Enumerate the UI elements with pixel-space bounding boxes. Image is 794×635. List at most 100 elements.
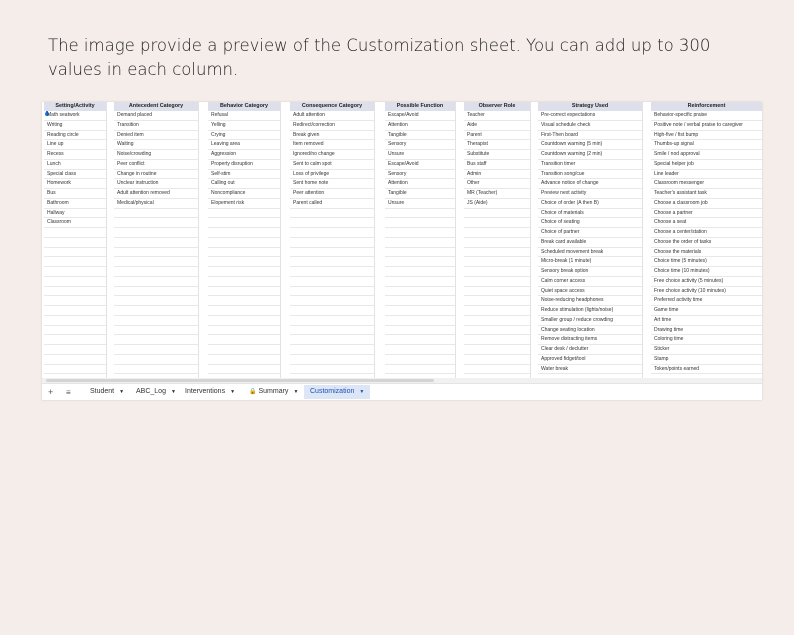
table-cell[interactable]: MR (Teacher) bbox=[464, 189, 530, 199]
table-cell[interactable] bbox=[114, 218, 198, 228]
table-cell[interactable] bbox=[208, 287, 280, 297]
table-cell[interactable] bbox=[464, 355, 530, 365]
table-cell[interactable] bbox=[385, 345, 455, 355]
table-cell[interactable]: Parent bbox=[464, 131, 530, 141]
table-cell[interactable] bbox=[290, 228, 374, 238]
table-cell[interactable] bbox=[114, 209, 198, 219]
table-cell[interactable] bbox=[44, 355, 106, 365]
tab-interventions[interactable]: Interventions ▼ bbox=[179, 385, 241, 399]
table-cell[interactable]: Approved fidget/tool bbox=[538, 355, 642, 365]
table-cell[interactable]: Preferred activity time bbox=[651, 296, 762, 306]
table-cell[interactable]: Stamp bbox=[651, 355, 762, 365]
table-cell[interactable] bbox=[208, 345, 280, 355]
table-cell[interactable] bbox=[208, 296, 280, 306]
table-cell[interactable]: Aide bbox=[464, 121, 530, 131]
table-cell[interactable]: Escape/Avoid bbox=[385, 160, 455, 170]
table-cell[interactable]: Drawing time bbox=[651, 326, 762, 336]
table-cell[interactable] bbox=[114, 277, 198, 287]
table-cell[interactable] bbox=[385, 257, 455, 267]
table-cell[interactable]: Math seatwork bbox=[44, 111, 106, 121]
column-header[interactable]: Strategy Used bbox=[538, 102, 642, 111]
table-cell[interactable] bbox=[290, 277, 374, 287]
table-cell[interactable]: Escape/Avoid bbox=[385, 111, 455, 121]
table-cell[interactable]: Medical/physical bbox=[114, 199, 198, 209]
table-cell[interactable]: Ignored/no change bbox=[290, 150, 374, 160]
table-cell[interactable]: Writing bbox=[44, 121, 106, 131]
column-header[interactable]: Setting/Activity bbox=[44, 102, 106, 111]
table-cell[interactable] bbox=[44, 296, 106, 306]
column-header[interactable]: Observer Role bbox=[464, 102, 530, 111]
table-cell[interactable] bbox=[464, 345, 530, 355]
table-cell[interactable]: Classroom bbox=[44, 218, 106, 228]
table-cell[interactable]: Substitute bbox=[464, 150, 530, 160]
table-cell[interactable]: Visual schedule check bbox=[538, 121, 642, 131]
table-cell[interactable] bbox=[44, 248, 106, 258]
table-cell[interactable] bbox=[385, 238, 455, 248]
table-cell[interactable]: Micro-break (1 minute) bbox=[538, 257, 642, 267]
tab-student[interactable]: Student ▼ bbox=[84, 385, 130, 399]
table-cell[interactable] bbox=[114, 257, 198, 267]
table-cell[interactable]: Scheduled movement break bbox=[538, 248, 642, 258]
table-cell[interactable] bbox=[290, 248, 374, 258]
table-cell[interactable] bbox=[114, 316, 198, 326]
table-cell[interactable]: Adult attention removed bbox=[114, 189, 198, 199]
table-cell[interactable]: Choose a partner bbox=[651, 209, 762, 219]
menu-icon[interactable]: ≡ bbox=[66, 386, 71, 399]
table-cell[interactable]: Demand placed bbox=[114, 111, 198, 121]
table-cell[interactable]: Free choice activity (10 minutes) bbox=[651, 287, 762, 297]
table-cell[interactable] bbox=[464, 248, 530, 258]
table-cell[interactable]: Calm corner access bbox=[538, 277, 642, 287]
table-cell[interactable] bbox=[385, 326, 455, 336]
table-cell[interactable] bbox=[385, 316, 455, 326]
table-cell[interactable]: Peer attention bbox=[290, 189, 374, 199]
table-cell[interactable] bbox=[290, 345, 374, 355]
table-cell[interactable]: Transition song/cue bbox=[538, 170, 642, 180]
table-cell[interactable] bbox=[44, 257, 106, 267]
table-cell[interactable]: Free choice activity (5 minutes) bbox=[651, 277, 762, 287]
table-cell[interactable]: Noncompliance bbox=[208, 189, 280, 199]
table-cell[interactable]: Line leader bbox=[651, 170, 762, 180]
table-cell[interactable]: Bus staff bbox=[464, 160, 530, 170]
table-cell[interactable]: Noise/crowding bbox=[114, 150, 198, 160]
table-cell[interactable] bbox=[208, 355, 280, 365]
table-cell[interactable]: Smile / nod approval bbox=[651, 150, 762, 160]
table-cell[interactable] bbox=[464, 209, 530, 219]
table-cell[interactable]: Choose the order of tasks bbox=[651, 238, 762, 248]
table-cell[interactable] bbox=[290, 296, 374, 306]
table-cell[interactable] bbox=[114, 267, 198, 277]
table-cell[interactable]: Change seating location bbox=[538, 326, 642, 336]
table-cell[interactable]: Attention bbox=[385, 179, 455, 189]
table-cell[interactable]: Positive note / verbal praise to caregiv… bbox=[651, 121, 762, 131]
table-cell[interactable] bbox=[464, 218, 530, 228]
table-cell[interactable]: Choice of order (A then B) bbox=[538, 199, 642, 209]
table-cell[interactable]: Choice of partner bbox=[538, 228, 642, 238]
table-cell[interactable]: Unsure bbox=[385, 150, 455, 160]
table-cell[interactable]: Loss of privilege bbox=[290, 170, 374, 180]
table-cell[interactable] bbox=[290, 218, 374, 228]
table-cell[interactable] bbox=[44, 335, 106, 345]
table-cell[interactable]: Sensory break option bbox=[538, 267, 642, 277]
table-cell[interactable]: Pre-correct expectations bbox=[538, 111, 642, 121]
table-cell[interactable] bbox=[385, 355, 455, 365]
column-header[interactable]: Behavior Category bbox=[208, 102, 280, 111]
table-cell[interactable] bbox=[44, 365, 106, 375]
table-cell[interactable]: First-Then board bbox=[538, 131, 642, 141]
table-cell[interactable]: Water break bbox=[538, 365, 642, 375]
table-cell[interactable] bbox=[464, 306, 530, 316]
table-cell[interactable]: Unsure bbox=[385, 199, 455, 209]
table-cell[interactable]: Smaller group / reduce crowding bbox=[538, 316, 642, 326]
table-cell[interactable] bbox=[208, 228, 280, 238]
table-cell[interactable]: Art time bbox=[651, 316, 762, 326]
table-cell[interactable] bbox=[464, 238, 530, 248]
table-cell[interactable]: Teacher's assistant task bbox=[651, 189, 762, 199]
table-cell[interactable]: Transition bbox=[114, 121, 198, 131]
table-cell[interactable] bbox=[385, 306, 455, 316]
table-cell[interactable] bbox=[464, 257, 530, 267]
table-cell[interactable]: Reduce stimulation (lights/noise) bbox=[538, 306, 642, 316]
table-cell[interactable]: Choice time (5 minutes) bbox=[651, 257, 762, 267]
table-cell[interactable]: Special helper job bbox=[651, 160, 762, 170]
scrollbar-thumb[interactable] bbox=[46, 379, 434, 382]
table-cell[interactable]: Tangible bbox=[385, 189, 455, 199]
table-cell[interactable] bbox=[208, 277, 280, 287]
table-cell[interactable]: Countdown warning (2 min) bbox=[538, 150, 642, 160]
